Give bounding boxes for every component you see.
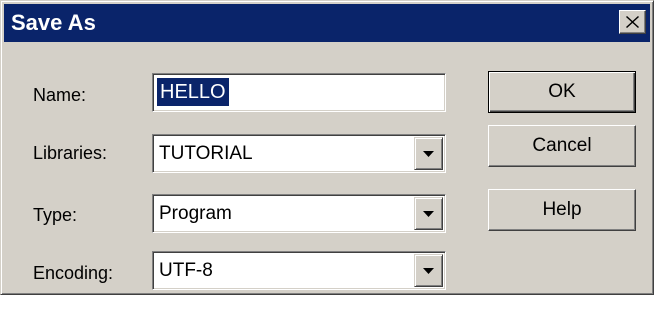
type-dropdown-button[interactable]: [414, 197, 443, 230]
libraries-select[interactable]: TUTORIAL: [152, 134, 446, 173]
dialog-title: Save As: [11, 10, 96, 35]
libraries-value: TUTORIAL: [159, 143, 253, 164]
libraries-label: Libraries:: [33, 143, 108, 163]
encoding-label: Encoding:: [33, 263, 114, 283]
libraries-dropdown-button[interactable]: [414, 137, 443, 170]
type-value: Program: [159, 203, 232, 224]
ok-button[interactable]: OK: [488, 71, 636, 113]
cancel-button[interactable]: Cancel: [488, 125, 636, 167]
close-icon: [626, 16, 639, 28]
encoding-dropdown-button[interactable]: [414, 254, 443, 287]
name-label: Name:: [33, 85, 87, 105]
name-input[interactable]: HELLO: [157, 78, 229, 106]
chevron-down-icon: [423, 210, 434, 217]
encoding-select[interactable]: UTF-8: [152, 251, 446, 290]
type-label: Type:: [33, 205, 78, 225]
type-select[interactable]: Program: [152, 194, 446, 233]
title-bar[interactable]: Save As: [4, 4, 650, 42]
save-as-dialog: Save As Name: HELLO Libraries: TUTORIAL …: [0, 0, 654, 295]
encoding-value: UTF-8: [159, 260, 213, 281]
chevron-down-icon: [423, 150, 434, 157]
chevron-down-icon: [423, 267, 434, 274]
help-button[interactable]: Help: [488, 189, 636, 231]
close-button[interactable]: [619, 10, 646, 34]
name-field[interactable]: HELLO: [152, 73, 446, 112]
